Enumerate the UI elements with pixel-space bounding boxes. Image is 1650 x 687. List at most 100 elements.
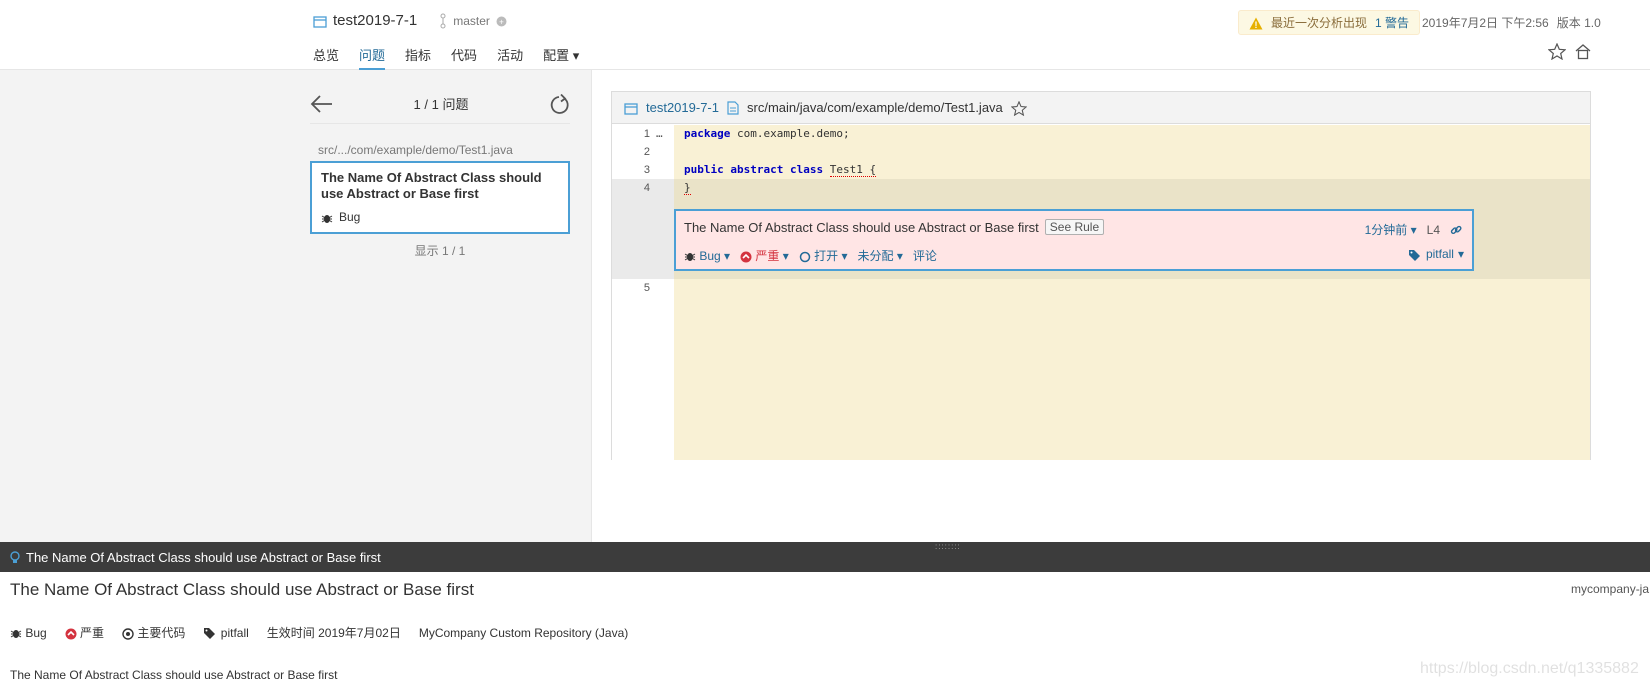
branch-icon xyxy=(439,13,447,29)
rule-scope: 主要代码 xyxy=(122,624,185,641)
rule-title: The Name Of Abstract Class should use Ab… xyxy=(10,580,474,599)
favorite-file-star-icon[interactable] xyxy=(1010,99,1027,116)
line-number[interactable]: 3 xyxy=(630,161,650,179)
home-icon[interactable] xyxy=(1574,40,1592,61)
bug-icon xyxy=(321,210,333,224)
issue-time-dropdown[interactable]: 1分钟前 ▾ xyxy=(1365,221,1417,238)
target-icon xyxy=(122,626,134,640)
project-header: test2019-7-1 master + xyxy=(313,12,507,29)
issue-severity-dropdown[interactable]: 严重 ▾ xyxy=(740,247,789,264)
inline-issue-meta: 1分钟前 ▾ L4 xyxy=(1365,221,1462,238)
code-line: 4 } xyxy=(612,179,1590,197)
favorite-star-icon[interactable] xyxy=(1548,40,1566,61)
rule-panel-titlebar: The Name Of Abstract Class should use Ab… xyxy=(0,542,1650,572)
file-icon xyxy=(727,100,739,116)
nav-measures[interactable]: 指标 xyxy=(405,45,431,71)
inline-issue-message: The Name Of Abstract Class should use Ab… xyxy=(684,219,1105,235)
see-rule-button[interactable]: See Rule xyxy=(1044,219,1105,235)
warning-link[interactable]: 1 警告 xyxy=(1375,14,1409,31)
source-viewer-header: test2019-7-1 src/main/java/com/example/d… xyxy=(612,92,1590,124)
issue-card[interactable]: The Name Of Abstract Class should use Ab… xyxy=(310,161,570,234)
analysis-warning: ! 最近一次分析出现 1 警告 xyxy=(1238,10,1421,35)
viewer-file-path: src/main/java/com/example/demo/Test1.jav… xyxy=(747,100,1003,115)
issue-type-dropdown[interactable]: Bug ▾ xyxy=(684,249,730,263)
issue-time: 1分钟前 xyxy=(1364,223,1408,237)
rule-description: The Name Of Abstract Class should use Ab… xyxy=(10,668,338,682)
issue-counter: 1 / 1 问题 xyxy=(413,97,469,112)
svg-text:!: ! xyxy=(1255,20,1258,30)
issue-severity: 严重 xyxy=(755,249,780,263)
line-number[interactable]: 5 xyxy=(630,279,650,297)
rule-type: Bug xyxy=(10,626,47,640)
line-number[interactable]: 4 xyxy=(630,179,650,197)
nav-issues[interactable]: 问题 xyxy=(359,45,386,71)
caret-down-icon: ▾ xyxy=(572,48,580,63)
issue-status: 打开 xyxy=(814,249,839,263)
issue-tag: pitfall xyxy=(1425,247,1454,261)
header-actions xyxy=(1548,40,1592,61)
reload-icon[interactable] xyxy=(548,91,570,117)
comment-link[interactable]: 评论 xyxy=(913,247,937,264)
code-line: 3 public abstract class Test1 { xyxy=(612,161,1590,179)
issue-location: } xyxy=(684,181,691,195)
project-icon xyxy=(624,100,638,115)
back-arrow-icon[interactable] xyxy=(310,90,334,118)
issue-type: Bug xyxy=(699,248,721,263)
rule-tag-label: pitfall xyxy=(220,625,249,640)
issue-card-type: Bug xyxy=(321,210,559,224)
code-line: 1 … package com.example.demo; xyxy=(612,125,1590,143)
nav-overview[interactable]: 总览 xyxy=(313,45,339,71)
issue-line: L4 xyxy=(1426,222,1440,237)
viewer-project-link[interactable]: test2019-7-1 xyxy=(646,100,719,115)
nav-config[interactable]: 配置 ▾ xyxy=(543,45,579,71)
critical-severity-icon xyxy=(65,626,77,640)
issue-card-title: The Name Of Abstract Class should use Ab… xyxy=(321,170,542,201)
resize-grip[interactable]: :::::::: xyxy=(935,542,961,551)
branch-info-icon[interactable]: + xyxy=(496,14,507,28)
issues-list-header: 1 / 1 问题 xyxy=(310,84,570,124)
analysis-meta: 2019年7月2日 下午2:56 版本 1.0 xyxy=(1422,14,1601,31)
issue-assignee: 未分配 xyxy=(857,249,894,263)
bug-icon xyxy=(10,626,22,640)
rule-severity: 严重 xyxy=(65,624,104,641)
project-name[interactable]: test2019-7-1 xyxy=(333,12,417,29)
issue-tags-dropdown[interactable]: pitfall ▾ xyxy=(1408,247,1464,261)
top-header: test2019-7-1 master + 总览 问题 指标 代码 活动 配置 … xyxy=(0,0,1650,71)
line-number[interactable]: 1 xyxy=(630,125,650,143)
nav-config-label: 配置 xyxy=(543,48,570,63)
main-nav: 总览 问题 指标 代码 活动 配置 ▾ xyxy=(313,45,579,71)
permalink-icon[interactable] xyxy=(1450,223,1462,237)
issue-file-path: src/.../com/example/demo/Test1.java xyxy=(318,143,513,157)
bug-icon xyxy=(684,249,696,263)
nav-activity[interactable]: 活动 xyxy=(497,45,523,71)
branch-selector[interactable]: master + xyxy=(439,13,507,29)
source-viewer: test2019-7-1 src/main/java/com/example/d… xyxy=(611,91,1591,460)
tags-icon xyxy=(203,626,217,640)
keyword: public xyxy=(684,163,724,176)
keyword: package xyxy=(684,127,731,140)
rule-scope-label: 主要代码 xyxy=(137,626,186,640)
lightbulb-icon xyxy=(10,549,20,565)
open-status-icon xyxy=(799,249,811,263)
inline-issue-actions: Bug ▾ 严重 ▾ 打开 ▾ 未分配 ▾ 评论 xyxy=(684,247,937,264)
code-text: } xyxy=(684,179,691,197)
keyword: abstract xyxy=(730,163,784,176)
rule-details-panel: The Name Of Abstract Class should use Ab… xyxy=(0,542,1650,687)
issues-list-panel: 1 / 1 问题 src/.../com/example/demo/Test1.… xyxy=(0,70,592,542)
inline-issue-text[interactable]: The Name Of Abstract Class should use Ab… xyxy=(684,220,1039,235)
analysis-date: 2019年7月2日 下午2:56 xyxy=(1422,16,1549,30)
rule-effective-date: 生效时间 2019年7月02日 xyxy=(266,626,401,640)
line-options-icon[interactable]: … xyxy=(656,125,663,143)
inline-issue[interactable]: The Name Of Abstract Class should use Ab… xyxy=(674,209,1474,271)
issue-assignee-dropdown[interactable]: 未分配 ▾ xyxy=(858,247,903,264)
line-number[interactable]: 2 xyxy=(630,143,650,161)
rule-meta: Bug 严重 主要代码 pitfall 生效时间 2019年7月02日 MyCo… xyxy=(10,624,628,641)
code-area: 1 … package com.example.demo; 2 3 public… xyxy=(612,125,1590,460)
code-text: package com.example.demo; xyxy=(684,127,850,140)
code-line: 2 xyxy=(612,143,1590,161)
nav-code[interactable]: 代码 xyxy=(451,45,477,71)
issue-type-label: Bug xyxy=(339,210,361,224)
rule-repository: MyCompany Custom Repository (Java) xyxy=(418,625,629,640)
watermark: https://blog.csdn.net/q1335882 xyxy=(1420,660,1639,677)
issue-status-dropdown[interactable]: 打开 ▾ xyxy=(799,247,848,264)
